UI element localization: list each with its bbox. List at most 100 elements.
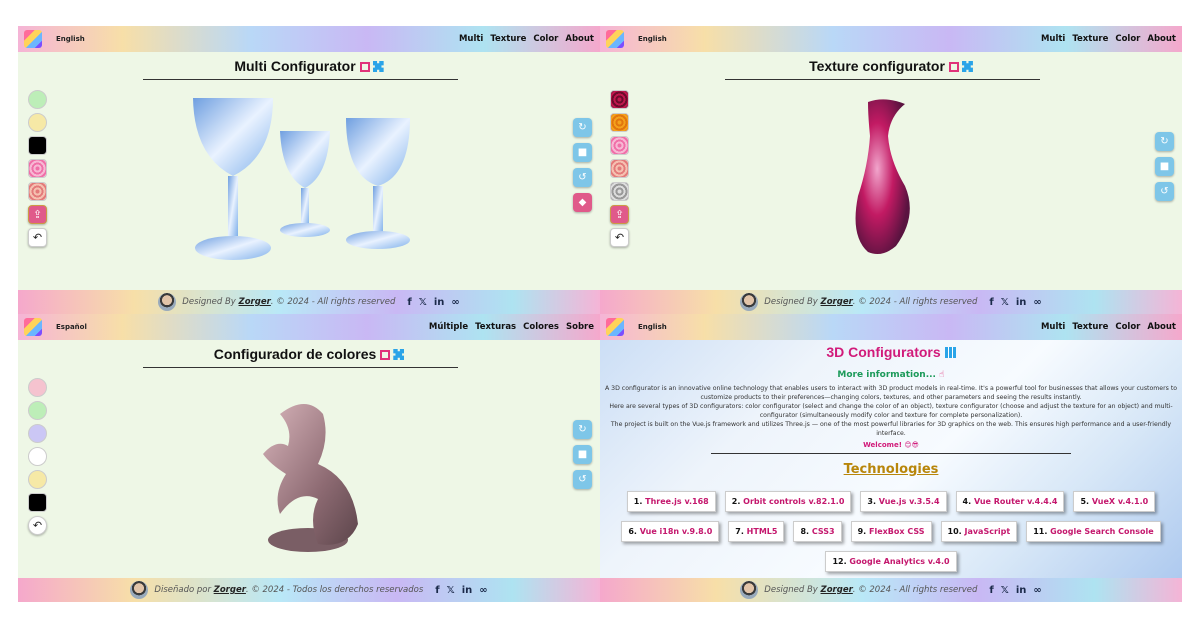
footer-rights: . © 2024 - All rights reserved xyxy=(270,297,396,307)
app-logo[interactable] xyxy=(606,318,624,336)
main-nav: Multi Texture Color About xyxy=(1041,322,1176,332)
technology-number: 6. xyxy=(628,527,640,536)
multi-configurator-panel: English Multi Texture Color About Multi … xyxy=(18,26,600,314)
technology-number: 4. xyxy=(962,497,974,506)
about-content: 3D Configurators More information... ☝ A… xyxy=(600,344,1182,572)
technology-version: v.3.5.4 xyxy=(906,497,940,506)
technology-chip[interactable]: 6. Vue i18n v.9.8.0 xyxy=(621,521,720,542)
rotate-cw-button[interactable]: ↻ xyxy=(1155,132,1174,151)
stop-button[interactable]: ■ xyxy=(1155,157,1174,176)
rotate-ccw-button[interactable]: ↺ xyxy=(573,168,592,187)
technology-version: v.82.1.0 xyxy=(805,497,845,506)
technology-name: CSS3 xyxy=(811,527,835,536)
view-controls: ↻ ■ ↺ xyxy=(1155,132,1174,201)
author-link[interactable]: Zorger xyxy=(239,297,271,307)
technology-name: Vue Router xyxy=(973,497,1025,506)
footer-rights: . © 2024 - All rights reserved xyxy=(852,297,978,307)
language-selector[interactable]: English xyxy=(638,323,667,331)
rotate-cw-button[interactable]: ↻ xyxy=(573,420,592,439)
link-icon[interactable]: ∞ xyxy=(479,585,487,596)
facebook-icon[interactable]: f xyxy=(989,297,993,308)
vase-model[interactable] xyxy=(600,26,1182,314)
facebook-icon[interactable]: f xyxy=(435,585,439,596)
linkedin-icon[interactable]: in xyxy=(1016,585,1027,596)
technology-chip[interactable]: 9. FlexBox CSS xyxy=(850,521,932,542)
technology-version: v.168 xyxy=(681,497,709,506)
technology-name: HTML5 xyxy=(746,527,778,536)
technology-chip[interactable]: 5. VueX v.4.1.0 xyxy=(1073,491,1156,512)
rotate-ccw-button[interactable]: ↺ xyxy=(573,470,592,489)
footer: Designed By Zorger. © 2024 - All rights … xyxy=(18,290,600,314)
x-icon[interactable]: 𝕏 xyxy=(447,585,455,596)
stop-button[interactable]: ■ xyxy=(573,143,592,162)
welcome-text: Welcome! 😊😎 xyxy=(863,441,919,449)
technology-version: v.4.1.0 xyxy=(1115,497,1149,506)
social-links: f 𝕏 in ∞ xyxy=(435,585,487,596)
facebook-icon[interactable]: f xyxy=(407,297,411,308)
footer-rights: . © 2024 - All rights reserved xyxy=(852,585,978,595)
linkedin-icon[interactable]: in xyxy=(462,585,473,596)
technology-number: 7. xyxy=(735,527,747,536)
social-links: f 𝕏 in ∞ xyxy=(407,297,459,308)
technology-number: 8. xyxy=(800,527,812,536)
technology-number: 9. xyxy=(857,527,869,536)
rotate-cw-button[interactable]: ↻ xyxy=(573,118,592,137)
avatar xyxy=(740,581,759,599)
technology-chip[interactable]: 4. Vue Router v.4.4.4 xyxy=(955,491,1065,512)
technology-name: Orbit controls xyxy=(743,497,806,506)
technology-chip[interactable]: 10. JavaScript xyxy=(940,521,1018,542)
footer-credit: Designed By Zorger. © 2024 - All rights … xyxy=(764,297,977,307)
author-link[interactable]: Zorger xyxy=(821,585,853,595)
author-link[interactable]: Zorger xyxy=(214,585,246,595)
social-links: f 𝕏 in ∞ xyxy=(989,585,1041,596)
technology-number: 3. xyxy=(867,497,879,506)
technology-name: Google Analytics xyxy=(849,557,925,566)
link-icon[interactable]: ∞ xyxy=(1033,585,1041,596)
linkedin-icon[interactable]: in xyxy=(434,297,445,308)
technology-chip[interactable]: 1. Three.js v.168 xyxy=(626,491,716,512)
nav-texture[interactable]: Texture xyxy=(1072,322,1108,332)
footer-designed: Designed By xyxy=(764,585,818,595)
link-icon[interactable]: ∞ xyxy=(1033,297,1041,308)
technology-version: v.9.8.0 xyxy=(679,527,713,536)
x-icon[interactable]: 𝕏 xyxy=(1001,297,1009,308)
facebook-icon[interactable]: f xyxy=(989,585,993,596)
more-info-text[interactable]: More information... xyxy=(837,370,936,380)
link-icon[interactable]: ∞ xyxy=(451,297,459,308)
avatar xyxy=(130,581,149,599)
technology-chip[interactable]: 3. Vue.js v.3.5.4 xyxy=(860,491,947,512)
technology-chip[interactable]: 8. CSS3 xyxy=(793,521,842,542)
technologies-list: 1. Three.js v.168 2. Orbit controls v.82.… xyxy=(611,491,1171,572)
goblets-model[interactable] xyxy=(18,26,600,314)
x-icon[interactable]: 𝕏 xyxy=(1001,585,1009,596)
technology-name: Three.js xyxy=(645,497,682,506)
header: English Multi Texture Color About xyxy=(600,314,1182,340)
view-controls: ↻ ■ ↺ xyxy=(573,420,592,489)
gem-button[interactable]: ◆ xyxy=(573,193,592,212)
rotate-ccw-button[interactable]: ↺ xyxy=(1155,182,1174,201)
nav-multi[interactable]: Multi xyxy=(1041,322,1065,332)
technologies-heading: Technologies xyxy=(843,462,939,477)
x-icon[interactable]: 𝕏 xyxy=(419,297,427,308)
technology-name: Google Search Console xyxy=(1050,527,1154,536)
technology-number: 10. xyxy=(947,527,965,536)
technology-number: 2. xyxy=(731,497,744,506)
footer: Diseñado por Zorger. © 2024 - Todos los … xyxy=(18,578,600,602)
footer-credit: Designed By Zorger. © 2024 - All rights … xyxy=(764,585,977,595)
linkedin-icon[interactable]: in xyxy=(1016,297,1027,308)
technology-chip[interactable]: 12. Google Analytics v.4.0 xyxy=(825,551,957,572)
technology-chip[interactable]: 11. Google Search Console xyxy=(1026,521,1161,542)
more-information-link[interactable]: More information... ☝ xyxy=(600,370,1182,380)
view-controls: ↻ ■ ↺ ◆ xyxy=(573,118,592,212)
horse-model[interactable] xyxy=(18,314,600,602)
author-link[interactable]: Zorger xyxy=(821,297,853,307)
nav-about[interactable]: About xyxy=(1147,322,1176,332)
technology-chip[interactable]: 7. HTML5 xyxy=(728,521,785,542)
stop-button[interactable]: ■ xyxy=(573,445,592,464)
technology-chip[interactable]: 2. Orbit controls v.82.1.0 xyxy=(724,491,852,512)
nav-color[interactable]: Color xyxy=(1115,322,1140,332)
footer: Designed By Zorger. © 2024 - All rights … xyxy=(600,578,1182,602)
description: A 3D configurator is an innovative onlin… xyxy=(602,384,1180,438)
description-paragraph-3: The project is built on the Vue.js frame… xyxy=(610,421,1172,437)
footer-designed: Diseñado por xyxy=(154,585,211,595)
